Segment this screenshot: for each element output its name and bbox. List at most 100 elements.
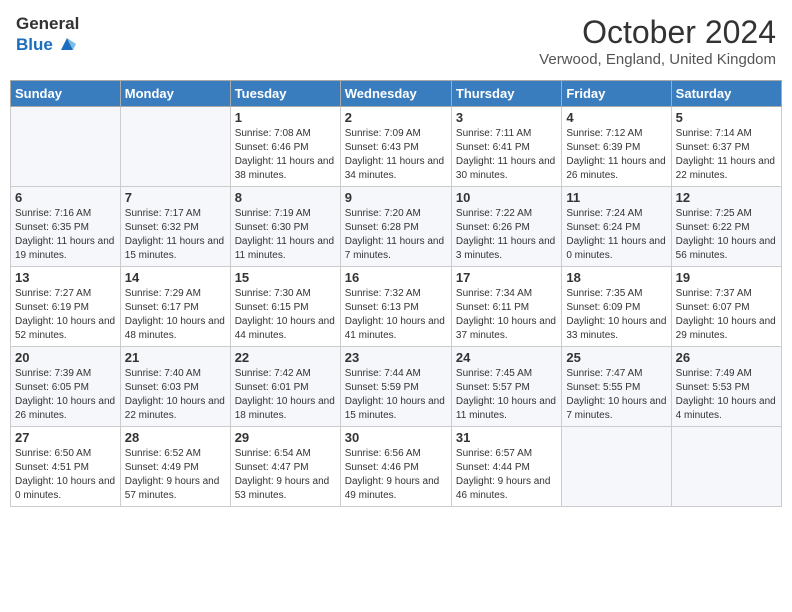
day-number: 4 [566, 110, 666, 125]
day-number: 12 [676, 190, 777, 205]
header-day-monday: Monday [120, 81, 230, 107]
day-detail: Sunrise: 7:08 AM Sunset: 6:46 PM Dayligh… [235, 127, 336, 183]
day-detail: Sunrise: 6:50 AM Sunset: 4:51 PM Dayligh… [15, 447, 116, 503]
week-row-5: 27 Sunrise: 6:50 AM Sunset: 4:51 PM Dayli… [11, 427, 782, 507]
day-number: 19 [676, 270, 777, 285]
calendar-cell: 15 Sunrise: 7:30 AM Sunset: 6:15 PM Dayli… [230, 267, 340, 347]
day-detail: Sunrise: 7:34 AM Sunset: 6:11 PM Dayligh… [456, 287, 557, 343]
day-detail: Sunrise: 7:20 AM Sunset: 6:28 PM Dayligh… [345, 207, 447, 263]
day-detail: Sunrise: 7:09 AM Sunset: 6:43 PM Dayligh… [345, 127, 447, 183]
calendar-cell: 21 Sunrise: 7:40 AM Sunset: 6:03 PM Dayli… [120, 347, 230, 427]
week-row-4: 20 Sunrise: 7:39 AM Sunset: 6:05 PM Dayli… [11, 347, 782, 427]
calendar-cell: 13 Sunrise: 7:27 AM Sunset: 6:19 PM Dayli… [11, 267, 121, 347]
day-detail: Sunrise: 7:40 AM Sunset: 6:03 PM Dayligh… [125, 367, 226, 423]
calendar-cell: 1 Sunrise: 7:08 AM Sunset: 6:46 PM Daylig… [230, 107, 340, 187]
calendar-cell: 16Sunrise: 7:32 AM Sunset: 6:13 PM Dayli… [340, 267, 451, 347]
page-header: General Blue October 2024 Verwood, Engla… [10, 10, 782, 72]
day-detail: Sunrise: 7:11 AM Sunset: 6:41 PM Dayligh… [456, 127, 557, 183]
day-number: 1 [235, 110, 336, 125]
calendar-cell: 20 Sunrise: 7:39 AM Sunset: 6:05 PM Dayli… [11, 347, 121, 427]
calendar-cell: 8 Sunrise: 7:19 AM Sunset: 6:30 PM Daylig… [230, 187, 340, 267]
day-detail: Sunrise: 7:37 AM Sunset: 6:07 PM Dayligh… [676, 287, 777, 343]
day-number: 21 [125, 350, 226, 365]
day-detail: Sunrise: 7:25 AM Sunset: 6:22 PM Dayligh… [676, 207, 777, 263]
day-detail: Sunrise: 7:39 AM Sunset: 6:05 PM Dayligh… [15, 367, 116, 423]
calendar-cell: 23 Sunrise: 7:44 AM Sunset: 5:59 PM Dayli… [340, 347, 451, 427]
day-number: 6 [15, 190, 116, 205]
day-detail: Sunrise: 6:57 AM Sunset: 4:44 PM Dayligh… [456, 447, 557, 503]
day-number: 7 [125, 190, 226, 205]
calendar-cell: 4 Sunrise: 7:12 AM Sunset: 6:39 PM Daylig… [562, 107, 671, 187]
calendar-cell: 31 Sunrise: 6:57 AM Sunset: 4:44 PM Dayli… [451, 427, 561, 507]
day-number: 10 [456, 190, 557, 205]
calendar-cell: 7 Sunrise: 7:17 AM Sunset: 6:32 PM Daylig… [120, 187, 230, 267]
logo-blue: Blue [16, 35, 53, 55]
day-detail: Sunrise: 7:19 AM Sunset: 6:30 PM Dayligh… [235, 207, 336, 263]
day-detail: Sunrise: 7:29 AM Sunset: 6:17 PM Dayligh… [125, 287, 226, 343]
calendar-cell: 22Sunrise: 7:42 AM Sunset: 6:01 PM Dayli… [230, 347, 340, 427]
calendar-cell: 26Sunrise: 7:49 AM Sunset: 5:53 PM Dayli… [671, 347, 781, 427]
day-number: 13 [15, 270, 116, 285]
day-detail: Sunrise: 7:47 AM Sunset: 5:55 PM Dayligh… [566, 367, 666, 423]
logo-icon [56, 34, 78, 56]
day-detail: Sunrise: 7:24 AM Sunset: 6:24 PM Dayligh… [566, 207, 666, 263]
header-day-tuesday: Tuesday [230, 81, 340, 107]
day-number: 29 [235, 430, 336, 445]
calendar-cell: 2 Sunrise: 7:09 AM Sunset: 6:43 PM Daylig… [340, 107, 451, 187]
day-number: 14 [125, 270, 226, 285]
day-number: 15 [235, 270, 336, 285]
day-number: 24 [456, 350, 557, 365]
calendar-cell: 12 Sunrise: 7:25 AM Sunset: 6:22 PM Dayli… [671, 187, 781, 267]
day-number: 5 [676, 110, 777, 125]
day-detail: Sunrise: 7:12 AM Sunset: 6:39 PM Dayligh… [566, 127, 666, 183]
week-row-2: 6Sunrise: 7:16 AM Sunset: 6:35 PM Daylig… [11, 187, 782, 267]
day-detail: Sunrise: 7:42 AM Sunset: 6:01 PM Dayligh… [235, 367, 336, 423]
calendar-cell: 27 Sunrise: 6:50 AM Sunset: 4:51 PM Dayli… [11, 427, 121, 507]
day-number: 8 [235, 190, 336, 205]
calendar-cell: 18Sunrise: 7:35 AM Sunset: 6:09 PM Dayli… [562, 267, 671, 347]
day-number: 30 [345, 430, 447, 445]
day-number: 17 [456, 270, 557, 285]
calendar-cell: 29 Sunrise: 6:54 AM Sunset: 4:47 PM Dayli… [230, 427, 340, 507]
day-number: 23 [345, 350, 447, 365]
calendar-body: 1 Sunrise: 7:08 AM Sunset: 6:46 PM Daylig… [11, 107, 782, 507]
day-number: 9 [345, 190, 447, 205]
day-number: 16 [345, 270, 447, 285]
day-detail: Sunrise: 7:49 AM Sunset: 5:53 PM Dayligh… [676, 367, 777, 423]
title-block: October 2024 Verwood, England, United Ki… [539, 14, 776, 68]
day-detail: Sunrise: 7:14 AM Sunset: 6:37 PM Dayligh… [676, 127, 777, 183]
day-detail: Sunrise: 6:56 AM Sunset: 4:46 PM Dayligh… [345, 447, 447, 503]
header-day-thursday: Thursday [451, 81, 561, 107]
day-detail: Sunrise: 7:44 AM Sunset: 5:59 PM Dayligh… [345, 367, 447, 423]
day-number: 27 [15, 430, 116, 445]
calendar-cell: 14 Sunrise: 7:29 AM Sunset: 6:17 PM Dayli… [120, 267, 230, 347]
calendar-cell: 17 Sunrise: 7:34 AM Sunset: 6:11 PM Dayli… [451, 267, 561, 347]
calendar-table: SundayMondayTuesdayWednesdayThursdayFrid… [10, 80, 782, 507]
calendar-cell: 3Sunrise: 7:11 AM Sunset: 6:41 PM Daylig… [451, 107, 561, 187]
day-detail: Sunrise: 7:27 AM Sunset: 6:19 PM Dayligh… [15, 287, 116, 343]
month-title: October 2024 [539, 14, 776, 51]
calendar-cell: 6Sunrise: 7:16 AM Sunset: 6:35 PM Daylig… [11, 187, 121, 267]
calendar-cell: 9 Sunrise: 7:20 AM Sunset: 6:28 PM Daylig… [340, 187, 451, 267]
day-number: 20 [15, 350, 116, 365]
day-number: 2 [345, 110, 447, 125]
week-row-3: 13 Sunrise: 7:27 AM Sunset: 6:19 PM Dayli… [11, 267, 782, 347]
logo-general: General [16, 14, 79, 33]
day-detail: Sunrise: 7:45 AM Sunset: 5:57 PM Dayligh… [456, 367, 557, 423]
header-row: SundayMondayTuesdayWednesdayThursdayFrid… [11, 81, 782, 107]
day-detail: Sunrise: 6:54 AM Sunset: 4:47 PM Dayligh… [235, 447, 336, 503]
calendar-cell [671, 427, 781, 507]
day-detail: Sunrise: 7:22 AM Sunset: 6:26 PM Dayligh… [456, 207, 557, 263]
calendar-header: SundayMondayTuesdayWednesdayThursdayFrid… [11, 81, 782, 107]
calendar-cell [11, 107, 121, 187]
day-detail: Sunrise: 7:30 AM Sunset: 6:15 PM Dayligh… [235, 287, 336, 343]
header-day-wednesday: Wednesday [340, 81, 451, 107]
calendar-cell [120, 107, 230, 187]
day-detail: Sunrise: 7:17 AM Sunset: 6:32 PM Dayligh… [125, 207, 226, 263]
header-day-saturday: Saturday [671, 81, 781, 107]
calendar-cell: 10 Sunrise: 7:22 AM Sunset: 6:26 PM Dayli… [451, 187, 561, 267]
day-number: 28 [125, 430, 226, 445]
day-number: 31 [456, 430, 557, 445]
location-subtitle: Verwood, England, United Kingdom [539, 51, 776, 68]
logo: General Blue [16, 14, 79, 56]
